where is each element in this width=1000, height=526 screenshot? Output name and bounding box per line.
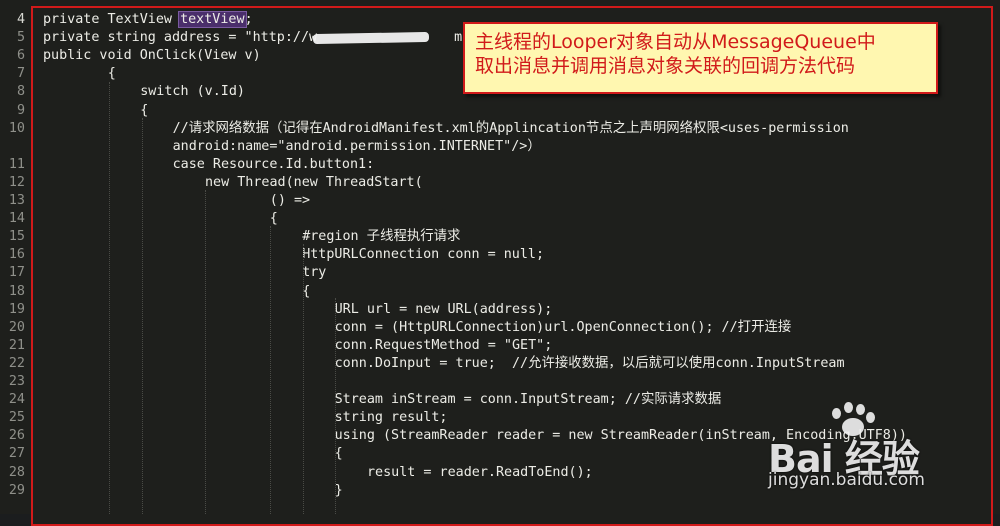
indent-guide [270,226,271,514]
indent-guide [335,298,336,514]
code-line[interactable]: 18{ [0,283,1000,301]
redaction-mark [312,31,430,45]
code-line[interactable]: 10 //请求网络数据（记得在AndroidManifest.xml的Applin… [0,120,1000,138]
code-text: android:name="android.permission.INTERNE… [172,138,541,154]
code-text: { [107,66,116,82]
indent-guide [109,82,110,514]
line-number: 12 [8,174,25,190]
line-number: 23 [8,374,25,389]
indent-guide [205,190,206,514]
code-line[interactable]: 22 conn.DoInput = true; //允许接收数据，以后就可以使用c… [0,355,1000,373]
line-number: 17 [8,265,25,281]
line-number: 15 [8,229,25,245]
code-text: new Thread(new ThreadStart( [205,174,423,190]
line-number: 22 [8,355,25,371]
code-text-post: ; [244,12,253,27]
code-line[interactable]: 14 { [0,210,1000,228]
callout-line-1: 主线程的Looper对象自动从MessageQueue中 [475,31,876,53]
line-number: 27 [8,446,25,462]
code-text: #region 子线程执行请求 [302,229,461,245]
line-number: 5 [16,30,25,46]
callout-line-2: 取出消息并调用消息对象关联的回调方法代码 [475,55,856,77]
watermark-url: jingyan.baidu.com [768,470,925,490]
code-text: Stream inStream = conn.InputStream; //实际… [334,392,722,408]
code-text: conn = (HttpURLConnection)url.OpenConnec… [334,319,792,335]
line-number: 10 [8,120,25,136]
code-text: { [269,211,278,227]
code-line[interactable]: 17 try [0,264,1000,282]
code-line[interactable]: 21 conn.RequestMethod = "GET"; [0,337,1000,355]
code-text: //请求网络数据（记得在AndroidManifest.xml的Applinca… [172,120,849,136]
code-text: switch (v.Id) [140,84,245,100]
code-text: result = reader.ReadToEnd(); [367,464,593,480]
indent-guide [303,244,304,514]
line-number: 4 [16,12,25,27]
code-line[interactable]: 19 URL url = new URL(address); [0,301,1000,319]
code-text: conn.DoInput = true; //允许接收数据，以后就可以使用con… [334,355,845,371]
line-number: 25 [8,410,25,426]
code-line[interactable]: android:name="android.permission.INTERNE… [0,138,1000,156]
line-number: 13 [8,193,25,208]
baidu-watermark: Bai 经验 jingyan.baidu.com [762,400,992,500]
selected-identifier[interactable]: textView [178,11,247,28]
code-line[interactable]: 11 case Resource.Id.button1: [0,156,1000,174]
annotation-callout: 主线程的Looper对象自动从MessageQueue中 取出消息并调用消息对象… [463,22,938,94]
line-number: 18 [8,283,25,299]
line-number: 7 [16,66,25,82]
line-number: 19 [8,301,25,317]
code-text: HttpURLConnection conn = null; [302,247,545,263]
line-number: 21 [8,337,25,353]
line-number: 8 [16,84,25,100]
code-line[interactable]: 16 HttpURLConnection conn = null; [0,246,1000,264]
line-number: 16 [8,247,25,263]
code-text: public void OnClick(View v) [43,48,261,64]
line-number: 28 [8,464,25,480]
code-text: URL url = new URL(address); [334,301,553,317]
code-line[interactable]: 13 () => [0,192,1000,210]
line-number: 6 [16,48,25,64]
indent-guide [142,118,143,514]
line-number: 14 [8,211,25,227]
code-text: string result; [334,410,448,426]
line-number: 29 [8,482,25,498]
code-text: conn.RequestMethod = "GET"; [334,337,553,353]
code-line[interactable]: 12 new Thread(new ThreadStart( [0,174,1000,192]
code-line[interactable]: 15 #region 子线程执行请求 [0,228,1000,246]
code-text: { [140,102,149,118]
code-text-pre: private TextView [43,12,181,27]
code-text: () => [269,193,311,208]
code-text: case Resource.Id.button1: [172,156,375,172]
line-number: 20 [8,319,25,335]
code-line[interactable]: 23 [0,373,1000,391]
code-text: try [302,265,327,281]
line-number: 24 [8,392,25,408]
line-number: 9 [16,102,25,118]
code-line[interactable]: 9{ [0,102,1000,120]
line-number: 26 [8,428,25,444]
line-number: 11 [8,156,25,172]
code-text: private TextView textView; [43,11,253,29]
code-line[interactable]: 20 conn = (HttpURLConnection)url.OpenConn… [0,319,1000,337]
